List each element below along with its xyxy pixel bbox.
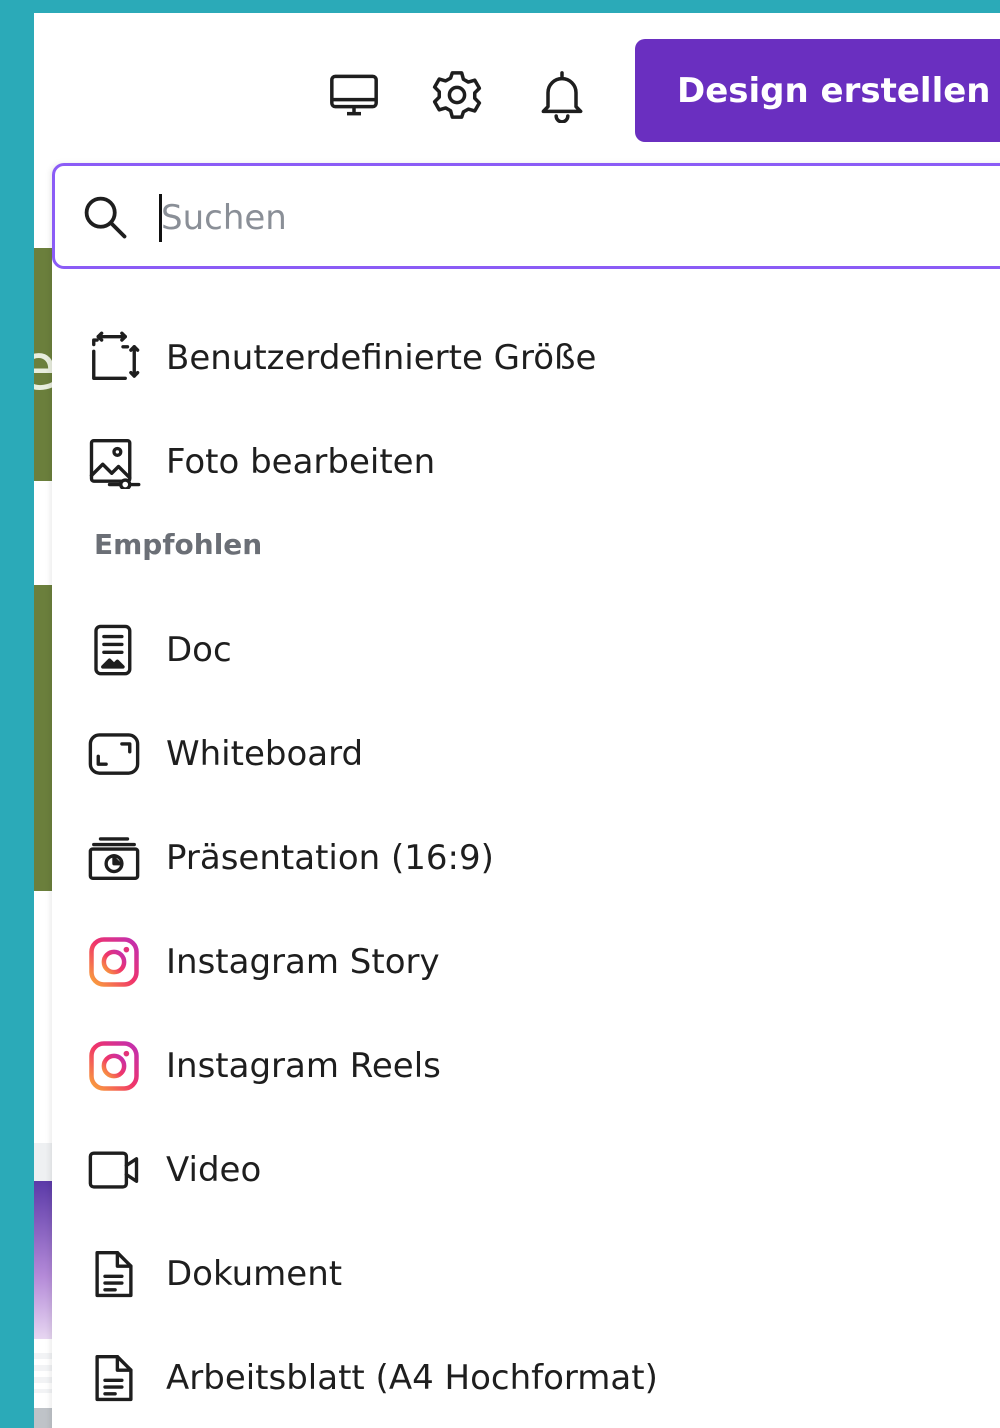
- gear-icon[interactable]: [427, 65, 487, 125]
- search-icon: [84, 196, 127, 239]
- menu-item-doc[interactable]: Doc: [86, 615, 986, 685]
- doc-icon: [86, 622, 142, 678]
- document-icon: [86, 1350, 142, 1406]
- custom-size-icon: [86, 330, 142, 386]
- menu-item-label: Präsentation (16:9): [166, 838, 494, 878]
- menu-item-photo-edit[interactable]: Foto bearbeiten: [86, 427, 986, 497]
- menu-item-label: Instagram Reels: [166, 1046, 441, 1086]
- search-input[interactable]: [161, 188, 961, 248]
- monitor-icon[interactable]: [324, 65, 384, 125]
- instagram-icon: [86, 1038, 142, 1094]
- menu-item-label: Benutzerdefinierte Größe: [166, 338, 597, 378]
- bell-icon[interactable]: [532, 65, 592, 125]
- menu-item-dokument[interactable]: Dokument: [86, 1239, 986, 1309]
- menu-item-label: Video: [166, 1150, 262, 1190]
- menu-item-label: Whiteboard: [166, 734, 364, 774]
- presentation-icon: [86, 830, 142, 886]
- menu-item-instagram-reels[interactable]: Instagram Reels: [86, 1031, 986, 1101]
- photo-edit-icon: [86, 434, 142, 490]
- app-frame: e Design erstellen Suchen Benutzerdefini…: [34, 13, 1000, 1428]
- create-design-button[interactable]: Design erstellen: [635, 39, 1000, 142]
- create-design-dropdown: Benutzerdefinierte Größe Foto bearbeiten…: [52, 163, 1000, 1428]
- section-heading-recommended: Empfohlen: [94, 528, 263, 561]
- search-box: [52, 163, 1000, 269]
- menu-item-label: Doc: [166, 630, 232, 670]
- menu-item-label: Arbeitsblatt (A4 Hochformat): [166, 1358, 658, 1398]
- document-icon: [86, 1246, 142, 1302]
- menu-item-video[interactable]: Video: [86, 1135, 986, 1205]
- menu-item-presentation[interactable]: Präsentation (16:9): [86, 823, 986, 893]
- menu-item-label: Foto bearbeiten: [166, 442, 436, 482]
- menu-item-arbeitsblatt[interactable]: Arbeitsblatt (A4 Hochformat): [86, 1343, 986, 1413]
- video-icon: [86, 1142, 142, 1198]
- menu-item-custom-size[interactable]: Benutzerdefinierte Größe: [86, 323, 986, 393]
- menu-item-label: Dokument: [166, 1254, 343, 1294]
- menu-item-whiteboard[interactable]: Whiteboard: [86, 719, 986, 789]
- whiteboard-icon: [86, 726, 142, 782]
- menu-item-instagram-story[interactable]: Instagram Story: [86, 927, 986, 997]
- menu-item-label: Instagram Story: [166, 942, 440, 982]
- instagram-icon: [86, 934, 142, 990]
